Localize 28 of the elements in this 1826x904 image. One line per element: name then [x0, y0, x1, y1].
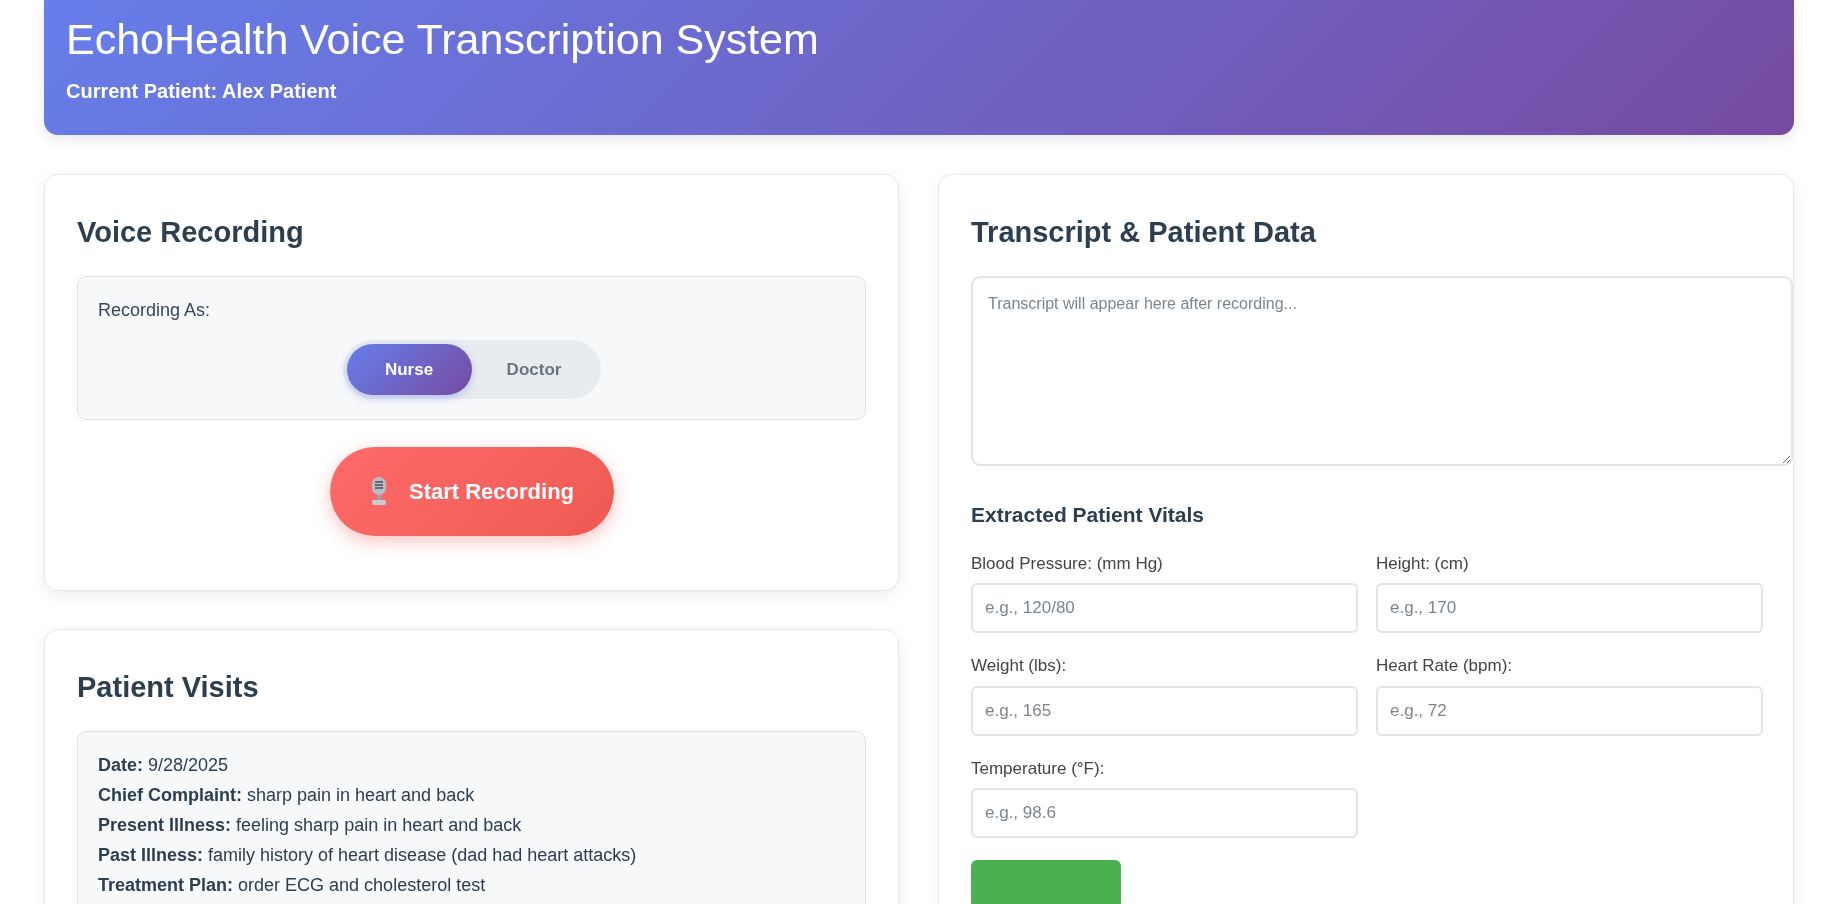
section-title: Extracted Patient Vitals: [971, 501, 1206, 527]
app-title: EchoHealth Voice Transcription System: [66, 14, 820, 65]
vital-input[interactable]: e.g., 72: [1376, 686, 1763, 736]
role-tab[interactable]: Doctor: [471, 343, 597, 395]
vital-input[interactable]: e.g., 165: [971, 686, 1358, 736]
visit-detail: Chief Complaint: sharp pain in heart and back: [98, 783, 476, 807]
field-label: Temperature (°F):: [971, 758, 1106, 780]
visit-detail: Past Illness: family history of heart disease (dad had heart attacks): [98, 843, 638, 867]
vital-input[interactable]: e.g., 120/80: [971, 583, 1358, 634]
start-recording-button[interactable]: Start Recording: [329, 446, 614, 536]
card-title: Voice Recording: [77, 215, 305, 250]
field-label: Heart Rate (bpm):: [1376, 655, 1514, 678]
card-title: Patient Visits: [77, 669, 260, 705]
vital-input[interactable]: e.g., 98.6: [971, 788, 1358, 839]
field-label: Weight (lbs):: [971, 655, 1068, 678]
field-label: Blood Pressure: (mm Hg): [971, 553, 1164, 575]
microphone-icon: [369, 476, 389, 507]
transcript-field[interactable]: Transcript will appear here after recording...: [971, 275, 1793, 466]
save-button[interactable]: [971, 860, 1121, 904]
visit-detail: Date: 9/28/2025: [98, 753, 230, 777]
field-label: Height: (cm): [1376, 553, 1470, 575]
visit-detail: Treatment Plan: order ECG and cholesterol test: [98, 873, 487, 897]
role-label: Recording As:: [98, 298, 212, 322]
role-tab[interactable]: Nurse: [346, 343, 472, 395]
card-title: Transcript & Patient Data: [971, 215, 1317, 250]
visit-detail: Present Illness: feeling sharp pain in heart and back: [98, 813, 523, 837]
current-patient: Current Patient: Alex Patient: [66, 78, 338, 104]
vital-input[interactable]: e.g., 170: [1376, 583, 1763, 634]
